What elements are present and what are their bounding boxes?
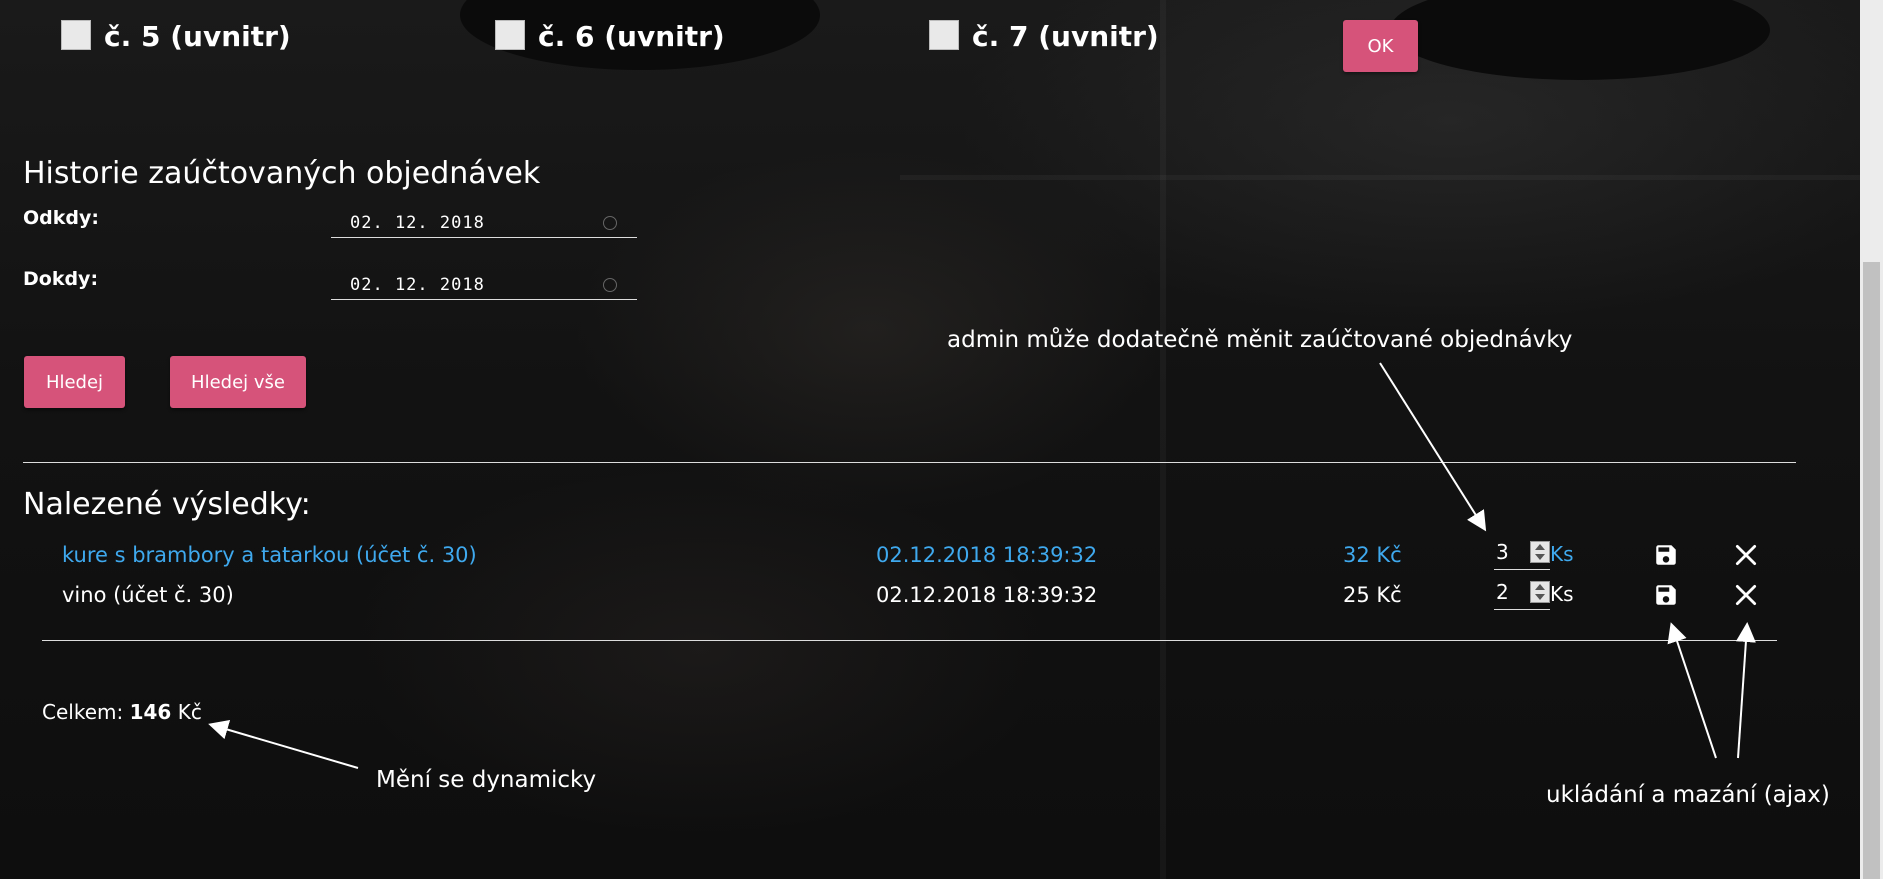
- scrollbar-thumb[interactable]: [1863, 262, 1880, 879]
- annotation-arrows: [208, 362, 1756, 769]
- arrow-to-total: [208, 719, 359, 769]
- arrow-to-quantity: [1379, 362, 1487, 532]
- arrow-to-delete: [1735, 622, 1756, 759]
- arrow-to-save: [1667, 622, 1717, 759]
